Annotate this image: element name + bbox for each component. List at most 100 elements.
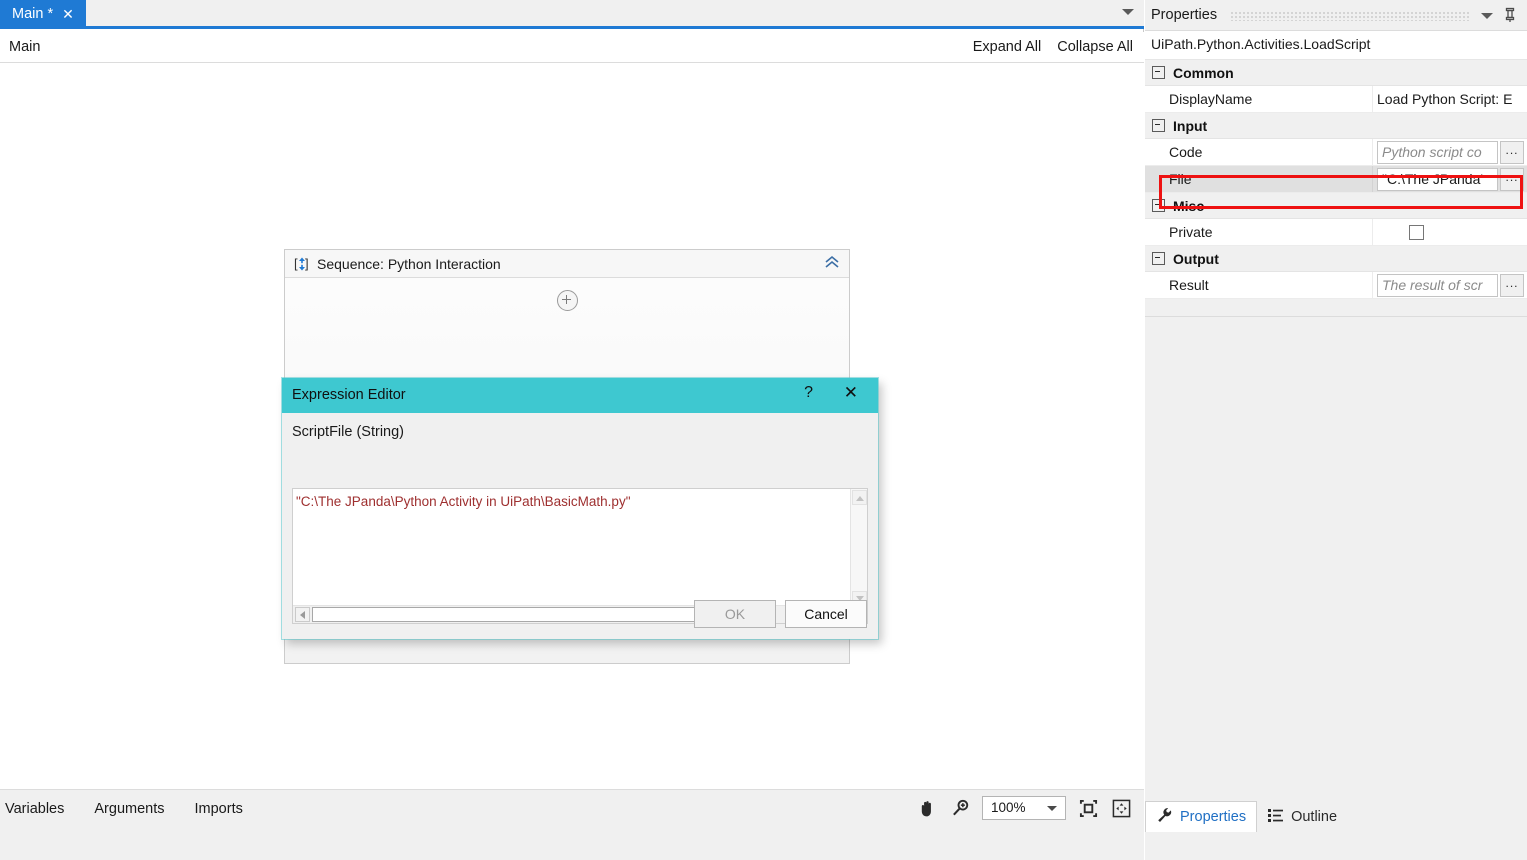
- expand-all-button[interactable]: Expand All: [973, 39, 1042, 55]
- canvas-view-controls: 100%: [916, 796, 1132, 820]
- property-row-private[interactable]: Private: [1145, 219, 1527, 246]
- property-value: The result of scr ...: [1373, 272, 1527, 298]
- expression-field-label: ScriptFile (String): [292, 424, 404, 440]
- properties-panel: Properties UiPath.Python.Activities.Load…: [1145, 0, 1527, 860]
- property-value: "C:\The JPanda' ...: [1373, 166, 1527, 192]
- tab-properties-label: Properties: [1180, 809, 1246, 825]
- properties-panel-tabs: Properties Outline: [1145, 801, 1527, 832]
- breadcrumb-bar: Main Expand All Collapse All: [0, 32, 1144, 63]
- sequence-icon: [ ]: [294, 256, 310, 272]
- scrollbar-thumb[interactable]: [312, 607, 708, 622]
- fit-to-screen-icon[interactable]: [1077, 796, 1099, 820]
- sequence-header[interactable]: [ ] Sequence: Python Interaction: [285, 250, 849, 278]
- property-group-common[interactable]: Common: [1145, 60, 1527, 86]
- tab-main[interactable]: Main * ✕: [0, 0, 86, 29]
- file-ellipsis-button[interactable]: ...: [1500, 168, 1524, 191]
- private-checkbox[interactable]: [1409, 225, 1424, 240]
- vertical-scrollbar[interactable]: [850, 489, 867, 607]
- properties-empty-area: [1145, 316, 1527, 801]
- dialog-titlebar[interactable]: Expression Editor ? ✕: [282, 378, 878, 413]
- triangle-up-icon[interactable]: [852, 490, 867, 505]
- svg-text:]: ]: [305, 256, 309, 271]
- property-row-file[interactable]: File "C:\The JPanda' ...: [1145, 166, 1527, 193]
- designer-bottom-bar: Variables Arguments Imports: [0, 789, 1144, 829]
- property-name: DisplayName: [1145, 86, 1373, 112]
- chevron-double-up-icon[interactable]: [824, 255, 840, 272]
- dialog-buttons: OK Cancel: [694, 600, 867, 628]
- close-icon[interactable]: ✕: [62, 8, 74, 22]
- property-group-label: Input: [1173, 118, 1207, 134]
- property-name: Result: [1145, 272, 1373, 298]
- properties-grid: Common DisplayName Load Python Script: E…: [1145, 60, 1527, 299]
- hand-icon[interactable]: [916, 796, 938, 820]
- collapse-all-button[interactable]: Collapse All: [1057, 39, 1133, 55]
- dialog-body: ScriptFile (String) "C:\The JPanda\Pytho…: [282, 413, 878, 639]
- property-value: [1373, 219, 1527, 245]
- property-value[interactable]: Load Python Script: E: [1373, 86, 1527, 112]
- activity-type-label: UiPath.Python.Activities.LoadScript: [1151, 36, 1370, 52]
- cancel-button[interactable]: Cancel: [785, 600, 867, 628]
- arguments-button[interactable]: Arguments: [94, 801, 164, 817]
- collapse-toggle-icon[interactable]: [1152, 119, 1165, 132]
- collapse-toggle-icon[interactable]: [1152, 66, 1165, 79]
- magnifier-icon[interactable]: [949, 796, 971, 820]
- tab-outline-label: Outline: [1291, 809, 1337, 825]
- result-ellipsis-button[interactable]: ...: [1500, 274, 1524, 297]
- workflow-canvas[interactable]: [ ] Sequence: Python Interaction: [0, 63, 1144, 789]
- close-icon[interactable]: ✕: [844, 385, 858, 402]
- property-row-code[interactable]: Code Python script co ...: [1145, 139, 1527, 166]
- triangle-left-icon[interactable]: [295, 607, 310, 622]
- properties-footer-fill: [1145, 832, 1527, 860]
- property-group-misc[interactable]: Misc: [1145, 193, 1527, 219]
- collapse-toggle-icon[interactable]: [1152, 199, 1165, 212]
- ok-button[interactable]: OK: [694, 600, 776, 628]
- property-group-output[interactable]: Output: [1145, 246, 1527, 272]
- chevron-down-icon[interactable]: [1122, 9, 1134, 15]
- property-group-input[interactable]: Input: [1145, 113, 1527, 139]
- result-input-placeholder: The result of scr: [1382, 277, 1482, 293]
- drag-grip-icon[interactable]: [1231, 12, 1469, 21]
- property-value: Python script co ...: [1373, 139, 1527, 165]
- result-input[interactable]: The result of scr: [1377, 274, 1498, 297]
- property-name: File: [1145, 166, 1373, 192]
- expression-editor-dialog[interactable]: Expression Editor ? ✕ ScriptFile (String…: [282, 378, 878, 639]
- property-row-displayname[interactable]: DisplayName Load Python Script: E: [1145, 86, 1527, 113]
- pin-icon[interactable]: [1503, 7, 1517, 26]
- dialog-title: Expression Editor: [292, 387, 406, 403]
- property-name: Private: [1145, 219, 1373, 245]
- property-group-label: Common: [1173, 65, 1234, 81]
- tab-main-label: Main *: [12, 7, 53, 22]
- file-input[interactable]: "C:\The JPanda': [1377, 168, 1498, 191]
- code-input[interactable]: Python script co: [1377, 141, 1498, 164]
- code-ellipsis-button[interactable]: ...: [1500, 141, 1524, 164]
- expression-input[interactable]: "C:\The JPanda\Python Activity in UiPath…: [296, 494, 843, 509]
- chevron-down-icon: [1047, 806, 1057, 811]
- breadcrumb[interactable]: Main: [9, 39, 40, 55]
- collapse-toggle-icon[interactable]: [1152, 252, 1165, 265]
- properties-panel-header: Properties: [1145, 0, 1527, 31]
- designer-panel-links: Variables Arguments Imports: [5, 801, 243, 817]
- tab-outline[interactable]: Outline: [1257, 801, 1347, 832]
- chevron-down-icon[interactable]: [1481, 13, 1493, 19]
- variables-button[interactable]: Variables: [5, 801, 64, 817]
- designer-footer-fill: [0, 829, 1144, 860]
- code-input-placeholder: Python script co: [1382, 144, 1482, 160]
- property-row-result[interactable]: Result The result of scr ...: [1145, 272, 1527, 299]
- plus-icon[interactable]: [557, 290, 578, 311]
- zoom-level-value: 100%: [991, 800, 1026, 815]
- zoom-level-select[interactable]: 100%: [982, 796, 1066, 820]
- property-group-label: Output: [1173, 251, 1219, 267]
- designer-pane: Main * ✕ Main Expand All Collapse All [ …: [0, 0, 1144, 860]
- sequence-title: Sequence: Python Interaction: [317, 256, 501, 272]
- help-icon[interactable]: ?: [804, 385, 813, 401]
- imports-button[interactable]: Imports: [195, 801, 243, 817]
- outline-list-icon: [1267, 807, 1285, 827]
- document-tab-strip: Main * ✕: [0, 0, 1144, 29]
- tab-properties[interactable]: Properties: [1145, 801, 1257, 832]
- activity-type-row: UiPath.Python.Activities.LoadScript: [1145, 31, 1527, 60]
- uipath-studio-window: Main * ✕ Main Expand All Collapse All [ …: [0, 0, 1527, 860]
- designer-actions: Expand All Collapse All: [973, 39, 1133, 55]
- property-name: Code: [1145, 139, 1373, 165]
- properties-panel-title: Properties: [1151, 7, 1217, 23]
- overview-icon[interactable]: [1110, 796, 1132, 820]
